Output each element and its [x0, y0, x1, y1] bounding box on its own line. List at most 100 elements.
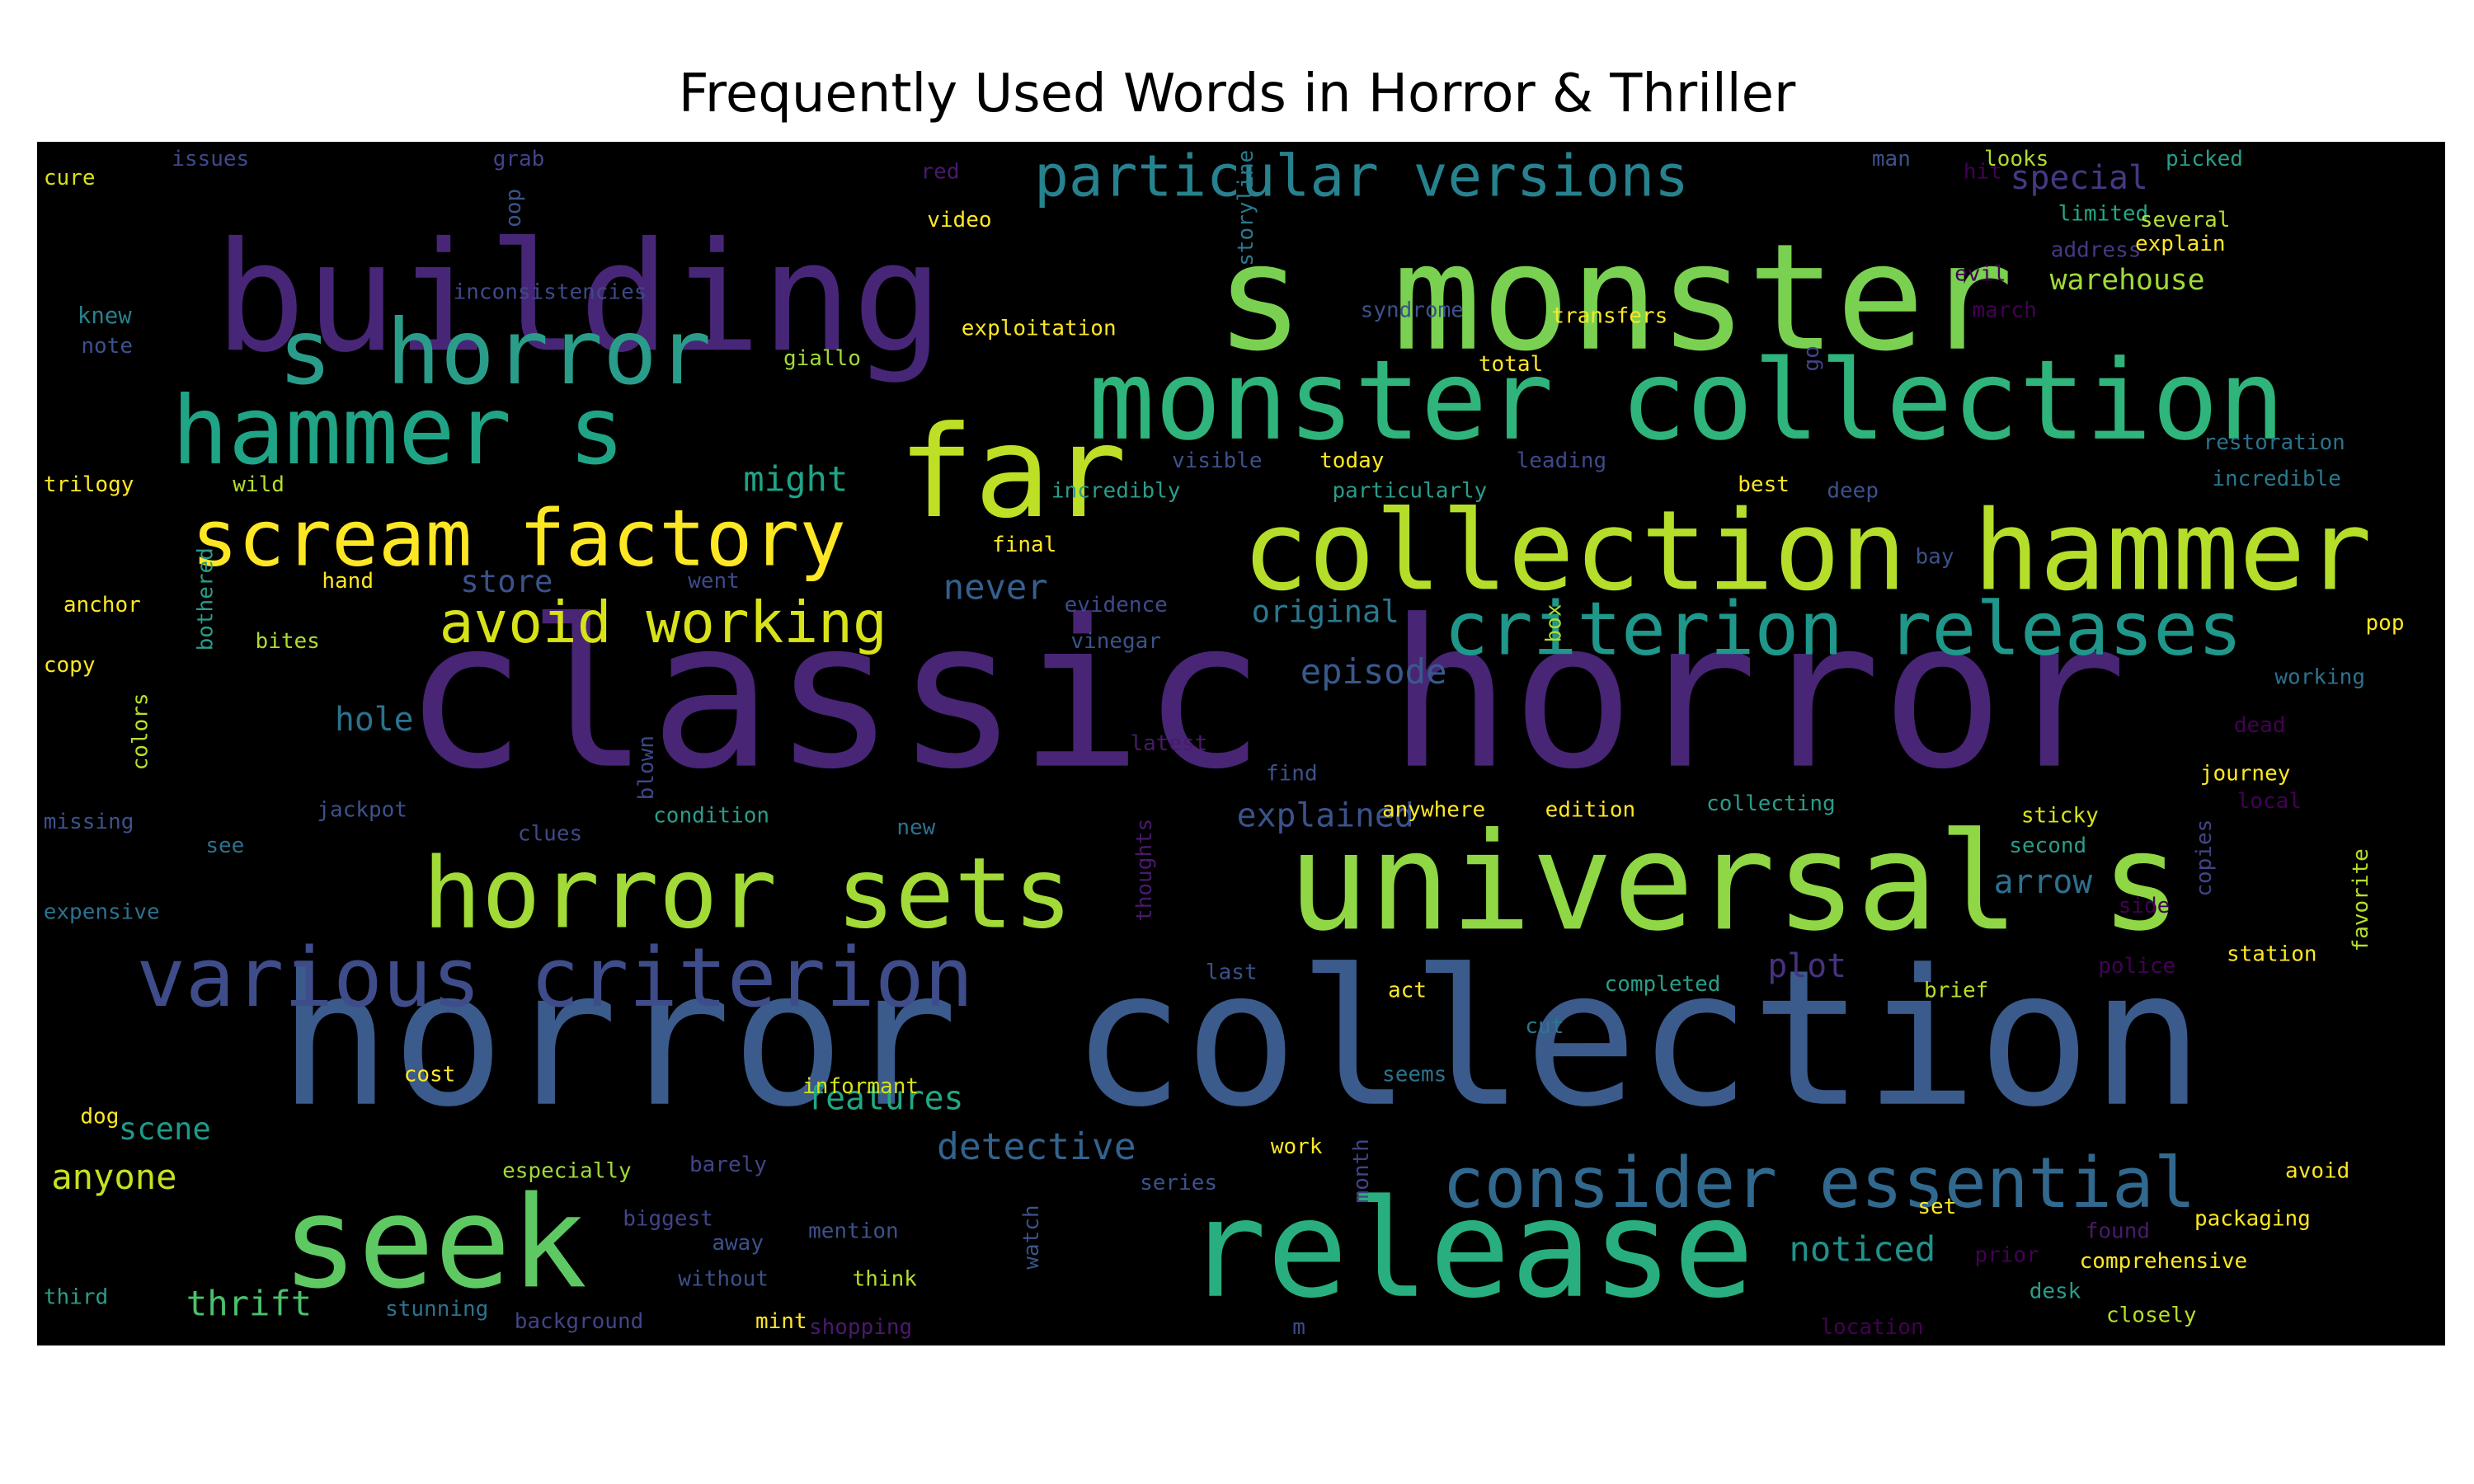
word-cloud-svg: classic horrorhorror collectionbuilding s… — [44, 144, 2405, 1340]
word-monster-collection: monster collection — [1089, 336, 2285, 465]
word-missing: missing — [44, 810, 134, 834]
word-prior: prior — [1974, 1243, 2039, 1268]
word-warehouse: warehouse — [2050, 264, 2205, 297]
word-informant: informant — [802, 1074, 919, 1099]
word-m: m — [1292, 1315, 1305, 1340]
word-especially: especially — [502, 1158, 632, 1183]
word-s-horror: s horror — [278, 300, 711, 405]
word-noticed: noticed — [1790, 1229, 1936, 1270]
word-expensive: expensive — [44, 899, 160, 924]
word-away: away — [712, 1231, 764, 1256]
word-find: find — [1266, 762, 1318, 787]
word-bites: bites — [256, 629, 320, 654]
word-go: go — [1799, 345, 1824, 371]
word-pop: pop — [2366, 611, 2405, 636]
word-detective: detective — [937, 1125, 1136, 1168]
word-particular-versions: particular versions — [1034, 144, 1689, 210]
word-storyline: storyline — [1234, 150, 1258, 266]
word-station: station — [2227, 942, 2317, 967]
word-arrow: arrow — [1994, 863, 2093, 901]
word-desk: desk — [2030, 1279, 2081, 1303]
word-consider-essential: consider essential — [1442, 1143, 2196, 1223]
word-plot: plot — [1767, 947, 1846, 985]
word-series: series — [1140, 1171, 1217, 1195]
word-last: last — [1206, 960, 1258, 984]
word-thoughts: thoughts — [1132, 819, 1157, 922]
word-grab: grab — [493, 147, 545, 171]
word-final: final — [992, 533, 1056, 557]
word-cure: cure — [44, 166, 96, 190]
word-copies: copies — [2192, 819, 2217, 897]
word-work: work — [1271, 1134, 1323, 1159]
word-new: new — [896, 815, 935, 840]
word-comprehensive: comprehensive — [2080, 1249, 2248, 1274]
word-store: store — [460, 563, 553, 599]
word-evil: evil — [1954, 262, 2006, 287]
word-box: box — [1542, 604, 1567, 643]
word-incredibly: incredibly — [1051, 478, 1181, 503]
word-cloud-panel: classic horror horror collection building s… — [37, 142, 2445, 1345]
word-original: original — [1252, 593, 1399, 629]
word-completed: completed — [1605, 972, 1721, 997]
word-total: total — [1479, 352, 1543, 377]
word-scene: scene — [119, 1111, 211, 1147]
word-dog: dog — [80, 1105, 119, 1129]
word-third: third — [44, 1285, 108, 1310]
word-bay: bay — [1916, 545, 1954, 570]
word-cost: cost — [404, 1063, 456, 1087]
word-collecting: collecting — [1706, 791, 1836, 816]
word-set: set — [1917, 1195, 1956, 1219]
word-found: found — [2086, 1219, 2150, 1243]
word-never: never — [943, 567, 1048, 608]
word-local: local — [2237, 789, 2302, 814]
word-leading: leading — [1517, 448, 1607, 473]
word-brief: brief — [1924, 978, 1988, 1003]
word-march: march — [1972, 298, 2036, 322]
word-incredible: incredible — [2212, 467, 2341, 491]
word-seems: seems — [1382, 1063, 1446, 1087]
word-vinegar: vinegar — [1070, 629, 1161, 654]
word-red: red — [921, 160, 960, 185]
word-clues: clues — [518, 822, 582, 847]
chart-title: Frequently Used Words in Horror & Thrill… — [678, 63, 1796, 124]
word-mention: mention — [808, 1219, 899, 1243]
word-mint: mint — [755, 1309, 807, 1334]
word-evidence: evidence — [1065, 593, 1168, 618]
word-today: today — [1319, 448, 1384, 473]
word-deep: deep — [1827, 478, 1879, 503]
word-seek: seek — [282, 1169, 587, 1317]
word-limited: limited — [2058, 202, 2149, 227]
word-copy: copy — [44, 653, 96, 678]
word-thrift: thrift — [186, 1283, 312, 1323]
word-month: month — [1349, 1139, 1374, 1203]
word-inconsistencies: inconsistencies — [454, 280, 647, 305]
word-various-criterion: various criterion — [136, 931, 973, 1026]
word-looks: looks — [1984, 147, 2048, 171]
word-dead: dead — [2234, 713, 2286, 738]
word-several: several — [2140, 208, 2231, 232]
word-best: best — [1738, 472, 1790, 497]
word-trilogy: trilogy — [44, 472, 134, 497]
word-colors: colors — [129, 693, 153, 770]
word-closely: closely — [2106, 1303, 2197, 1328]
word-visible: visible — [1172, 448, 1263, 473]
word-restoration: restoration — [2204, 430, 2345, 455]
word-packaging: packaging — [2194, 1207, 2311, 1232]
word-particularly: particularly — [1332, 478, 1487, 503]
word-condition: condition — [653, 804, 769, 829]
word-barely: barely — [689, 1153, 767, 1177]
word-without: without — [678, 1267, 769, 1292]
word-issues: issues — [172, 147, 249, 171]
word-man: man — [1872, 147, 1911, 171]
word-see: see — [205, 834, 244, 858]
word-location: location — [1820, 1315, 1923, 1340]
word-stunning: stunning — [385, 1297, 488, 1322]
word-journey: journey — [2200, 762, 2291, 787]
word-bothered: bothered — [193, 547, 218, 650]
word-anywhere: anywhere — [1382, 797, 1485, 822]
word-working: working — [2274, 665, 2365, 690]
word-shopping: shopping — [809, 1315, 912, 1340]
word-watch: watch — [1019, 1205, 1044, 1269]
words-layer: classic horrorhorror collectionbuilding s… — [44, 144, 2405, 1340]
word-might: might — [743, 458, 848, 499]
